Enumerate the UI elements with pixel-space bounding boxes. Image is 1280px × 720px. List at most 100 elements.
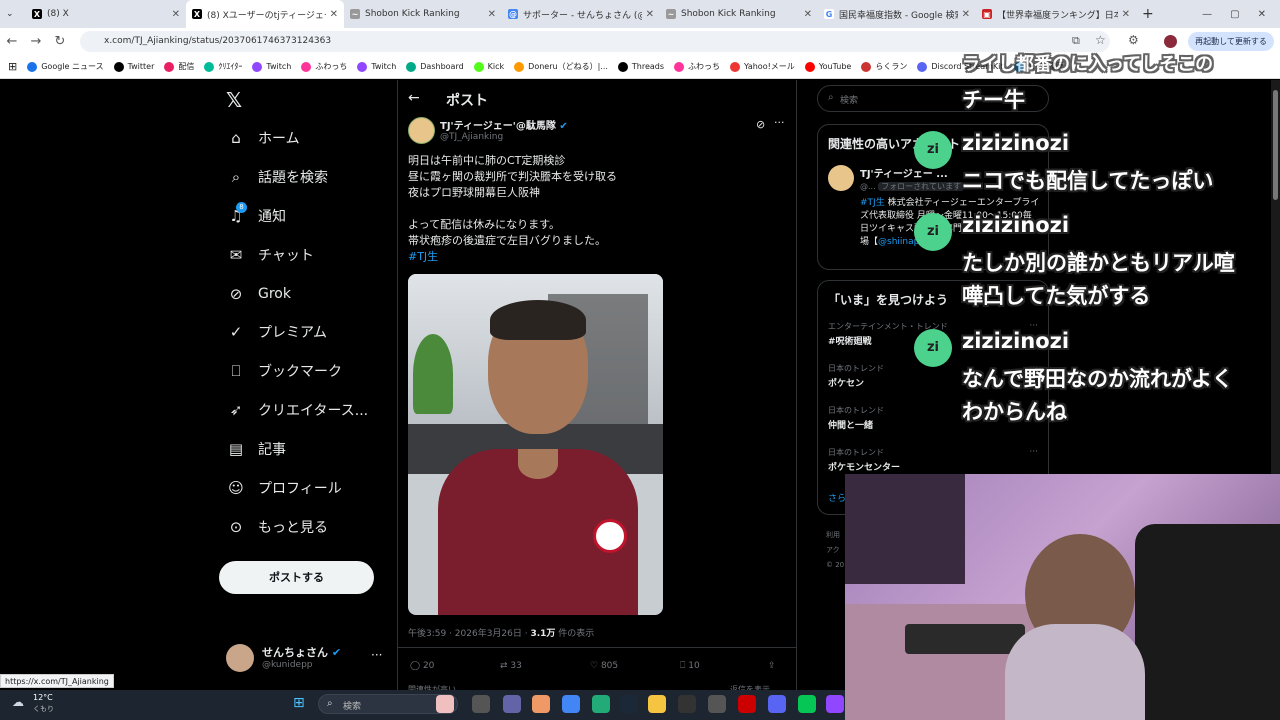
post-button[interactable]: ポストする: [219, 561, 374, 594]
obs-icon[interactable]: [738, 695, 756, 713]
github-icon[interactable]: [678, 695, 696, 713]
footer-link[interactable]: アク: [826, 543, 844, 558]
nav-item-4[interactable]: ✉ チャット: [226, 245, 314, 265]
bookmark-button[interactable]: ⎕ 10: [680, 661, 700, 671]
discord-icon[interactable]: [768, 695, 786, 713]
grok-icon[interactable]: ⊘: [756, 118, 765, 131]
nav-item-8[interactable]: ➶ クリエイタース...: [226, 400, 368, 420]
profile-avatar[interactable]: [1164, 35, 1177, 48]
bookmark-favicon-icon: [917, 61, 928, 72]
tab-close-icon[interactable]: ✕: [330, 9, 338, 20]
more-icon[interactable]: ···: [774, 116, 785, 129]
tab-close-icon[interactable]: ✕: [804, 9, 812, 20]
back-icon[interactable]: ←: [0, 34, 24, 49]
bell-icon: ♫ 8: [226, 202, 247, 226]
new-tab-button[interactable]: +: [1136, 0, 1158, 28]
tab-close-icon[interactable]: ✕: [962, 9, 970, 20]
bookmark-item[interactable]: らくラン: [861, 61, 907, 72]
bookmark-item[interactable]: ふわっち: [301, 61, 347, 72]
nav-item-10[interactable]: ☺ プロフィール: [226, 478, 342, 498]
nav-item-6[interactable]: ✓ プレミアム: [226, 322, 327, 342]
steam-icon[interactable]: [620, 695, 638, 713]
nav-item-2[interactable]: ⌕ 話題を検索: [226, 167, 328, 187]
bookmark-item[interactable]: Yahoo!メール: [730, 61, 795, 72]
maximize-icon[interactable]: ▢: [1230, 9, 1239, 20]
twitch-icon[interactable]: [826, 695, 844, 713]
bookmark-item[interactable]: ｸﾘｴｲﾀｰ: [204, 61, 242, 72]
x-logo-icon[interactable]: 𝕏: [226, 88, 242, 112]
reply-button[interactable]: ◯ 20: [410, 661, 434, 671]
line-icon[interactable]: [798, 695, 816, 713]
footer-link[interactable]: 利用: [826, 528, 844, 543]
file-explorer-icon[interactable]: [648, 695, 666, 713]
nav-item-9[interactable]: ▤ 記事: [226, 439, 286, 459]
app-icon[interactable]: [436, 695, 454, 713]
bookmark-item[interactable]: Twitter: [113, 61, 154, 72]
url-text: x.com/TJ_Ajianking/status/20370617463731…: [104, 36, 332, 46]
chrome-icon[interactable]: [562, 695, 580, 713]
tab-close-icon[interactable]: ✕: [172, 9, 180, 20]
repost-button[interactable]: ⇄ 33: [500, 661, 522, 671]
url-field[interactable]: x.com/TJ_Ajianking/status/20370617463731…: [80, 31, 1110, 52]
windows-start-icon[interactable]: ⊞: [293, 695, 305, 711]
bookmark-item[interactable]: YouTube: [804, 61, 851, 72]
like-button[interactable]: ♡ 805: [590, 661, 618, 671]
author-name[interactable]: TJ'ティージェー'@駄馬隊 ✔: [440, 117, 568, 132]
tab-3[interactable]: ~ Shobon Kick Ranking ✕: [344, 0, 502, 28]
minimize-icon[interactable]: —: [1202, 9, 1212, 20]
bookmark-item[interactable]: ふわっち: [674, 61, 720, 72]
teams-icon[interactable]: [503, 695, 521, 713]
apps-icon[interactable]: ⊞: [8, 60, 17, 73]
nav-item-1[interactable]: ⌂ ホーム: [226, 128, 299, 148]
related-avatar[interactable]: [828, 165, 854, 191]
trends-more-link[interactable]: さら: [828, 491, 846, 504]
trend-item[interactable]: 日本のトレンド ポケモンセンター ···: [828, 447, 1038, 473]
copilot-icon[interactable]: [532, 695, 550, 713]
bookmark-item[interactable]: Google ニュース: [27, 61, 104, 72]
star-icon[interactable]: ☆: [1095, 33, 1106, 47]
forward-icon[interactable]: →: [24, 34, 48, 49]
author-avatar[interactable]: [408, 117, 435, 144]
edge-icon[interactable]: [592, 695, 610, 713]
bookmark-item[interactable]: Twitch: [252, 61, 291, 72]
trend-more-icon[interactable]: ···: [1029, 447, 1038, 457]
tab-7[interactable]: ▣ 【世界幸福度ランキング】日本の幸 ✕: [976, 0, 1136, 28]
bookmark-item[interactable]: Twitch: [357, 61, 396, 72]
tab-close-icon[interactable]: ✕: [646, 9, 654, 20]
install-icon[interactable]: ⧉: [1072, 34, 1080, 48]
bookmark-item[interactable]: 配信: [164, 61, 194, 72]
footer-link[interactable]: © 20: [826, 558, 844, 573]
reload-icon[interactable]: ↻: [48, 34, 72, 49]
bookmark-item[interactable]: Doneru（どねる）|...: [514, 61, 608, 72]
account-menu-icon[interactable]: ···: [371, 648, 382, 662]
bookmark-item[interactable]: Dashboard: [406, 61, 464, 72]
tab-4[interactable]: @ サポーター - せんちょさん (@kunide ✕: [502, 0, 660, 28]
tab-close-icon[interactable]: ✕: [488, 9, 496, 20]
task-view-icon[interactable]: [472, 695, 490, 713]
post-hashtag[interactable]: #TJ生: [408, 249, 788, 265]
weather-temp[interactable]: 12°C: [33, 693, 53, 702]
nav-item-3[interactable]: ♫ 8 通知: [226, 202, 286, 226]
tab-1[interactable]: X (8) X ✕: [26, 0, 186, 28]
post-image[interactable]: [408, 274, 663, 615]
author-handle[interactable]: @TJ_Ajianking: [440, 132, 503, 142]
close-icon[interactable]: ✕: [1258, 9, 1266, 20]
bookmark-favicon-icon: [204, 61, 215, 72]
tab-6[interactable]: G 国民幸福度指数 - Google 検索 ✕: [818, 0, 976, 28]
tab-2[interactable]: X (8) Xユーザーのtjティージェー'@駄馬 ✕: [186, 0, 344, 28]
account-avatar[interactable]: [226, 644, 254, 672]
tab-list-button[interactable]: ⌄: [0, 0, 26, 28]
bookmark-item[interactable]: Kick: [473, 61, 504, 72]
nav-item-5[interactable]: ⊘ Grok: [226, 284, 291, 304]
tab-title: (8) Xユーザーのtjティージェー'@駄馬: [207, 10, 326, 21]
resume-update-button[interactable]: 再起動して更新する: [1188, 32, 1274, 51]
bookmark-item[interactable]: Threads: [617, 61, 664, 72]
share-icon[interactable]: ⇪: [768, 661, 776, 671]
nav-item-7[interactable]: ⎕ ブックマーク: [226, 361, 342, 381]
extensions-icon[interactable]: ⚙: [1128, 33, 1139, 47]
tab-5[interactable]: ~ Shobon Kick Ranking ✕: [660, 0, 818, 28]
tab-close-icon[interactable]: ✕: [1122, 9, 1130, 20]
back-arrow-icon[interactable]: ←: [408, 90, 420, 106]
app-icon[interactable]: [708, 695, 726, 713]
nav-item-11[interactable]: ⊙ もっと見る: [226, 517, 328, 537]
